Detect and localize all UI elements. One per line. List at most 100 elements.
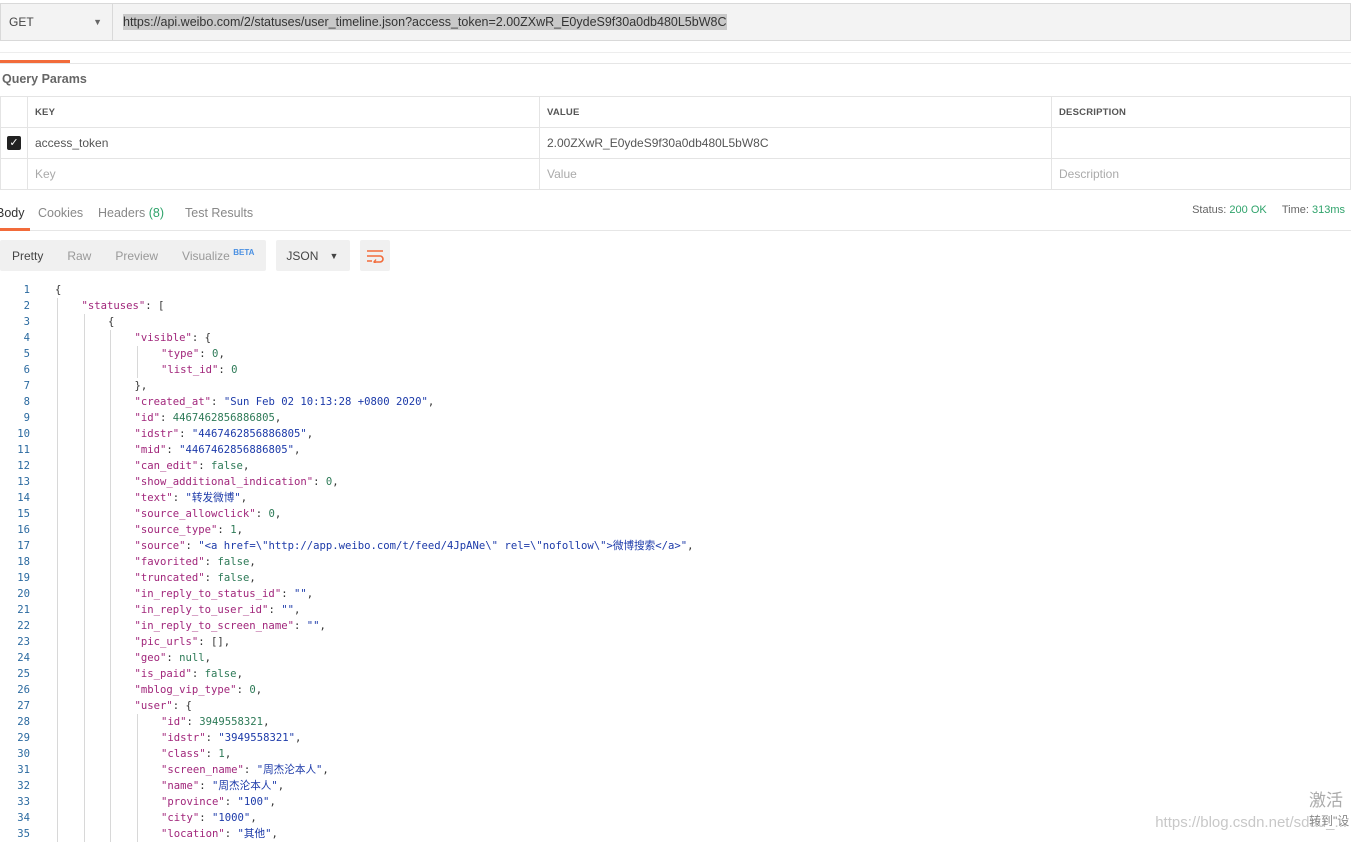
request-tabs-strip bbox=[0, 52, 1351, 64]
checkbox-header bbox=[0, 96, 28, 128]
activate-watermark: 激活 bbox=[1309, 791, 1343, 810]
code-text: "created_at": "Sun Feb 02 10:13:28 +0800… bbox=[134, 396, 435, 408]
code-line: 13 "show_additional_indication": 0, bbox=[0, 474, 1351, 490]
value-header: VALUE bbox=[539, 96, 1052, 128]
code-text: "geo": null, bbox=[134, 652, 212, 664]
time-label: Time: bbox=[1281, 204, 1309, 216]
table-header-row: KEY VALUE DESCRIPTION bbox=[0, 96, 1351, 128]
param-description[interactable] bbox=[1051, 127, 1351, 159]
line-number: 28 bbox=[17, 716, 30, 728]
code-line: 27 "user": { bbox=[0, 698, 1351, 714]
line-number: 17 bbox=[17, 540, 30, 552]
code-text: "city": "1000", bbox=[161, 812, 257, 824]
code-text: "in_reply_to_status_id": "", bbox=[134, 588, 314, 600]
line-number: 5 bbox=[23, 348, 30, 360]
code-line: 3{ bbox=[0, 314, 1351, 330]
code-text: "idstr": "4467462856886805", bbox=[134, 428, 314, 440]
code-text: "text": "转发微博", bbox=[134, 492, 248, 504]
line-number: 11 bbox=[17, 444, 30, 456]
line-number: 14 bbox=[17, 492, 30, 504]
raw-button[interactable]: Raw bbox=[55, 249, 103, 263]
code-text: "in_reply_to_user_id": "", bbox=[134, 604, 301, 616]
code-line: 16 "source_type": 1, bbox=[0, 522, 1351, 538]
param-key[interactable]: access_token bbox=[27, 127, 540, 159]
code-line: 33 "province": "100", bbox=[0, 794, 1351, 810]
code-text: "truncated": false, bbox=[134, 572, 256, 584]
code-line: 14 "text": "转发微博", bbox=[0, 490, 1351, 506]
key-placeholder[interactable]: Key bbox=[27, 158, 540, 190]
query-params-table: KEY VALUE DESCRIPTION ✓ access_token 2.0… bbox=[0, 96, 1351, 190]
active-tab-indicator bbox=[0, 60, 70, 63]
line-number: 24 bbox=[17, 652, 30, 664]
code-text: "in_reply_to_screen_name": "", bbox=[134, 620, 326, 632]
tab-test-results[interactable]: Test Results bbox=[185, 206, 253, 220]
visualize-label: Visualize bbox=[182, 249, 230, 263]
code-text: "can_edit": false, bbox=[134, 460, 250, 472]
code-text: "id": 4467462856886805, bbox=[134, 412, 282, 424]
tab-cookies[interactable]: Cookies bbox=[38, 206, 83, 220]
line-number: 30 bbox=[17, 748, 30, 760]
code-text: "pic_urls": [], bbox=[134, 636, 231, 648]
code-line: 8 "created_at": "Sun Feb 02 10:13:28 +080… bbox=[0, 394, 1351, 410]
code-text: "favorited": false, bbox=[134, 556, 256, 568]
line-number: 33 bbox=[17, 796, 30, 808]
url-input[interactable]: https://api.weibo.com/2/statuses/user_ti… bbox=[112, 3, 1351, 41]
line-number: 9 bbox=[23, 412, 30, 424]
line-number: 21 bbox=[17, 604, 30, 616]
code-line: 11 "mid": "4467462856886805", bbox=[0, 442, 1351, 458]
code-line: 4 "visible": { bbox=[0, 330, 1351, 346]
code-text: { bbox=[55, 284, 62, 296]
code-text: "mid": "4467462856886805", bbox=[134, 444, 301, 456]
param-value[interactable]: 2.00ZXwR_E0ydeS9f30a0db480L5bW8C bbox=[539, 127, 1052, 159]
code-line: 22 "in_reply_to_screen_name": "", bbox=[0, 618, 1351, 634]
line-number: 35 bbox=[17, 828, 30, 840]
line-number: 6 bbox=[23, 364, 30, 376]
code-line: 30 "class": 1, bbox=[0, 746, 1351, 762]
line-number: 20 bbox=[17, 588, 30, 600]
headers-count: (8) bbox=[148, 206, 165, 220]
indent-guide bbox=[110, 330, 111, 842]
code-text: "visible": { bbox=[134, 332, 212, 344]
code-line: 28 "id": 3949558321, bbox=[0, 714, 1351, 730]
code-line: 12 "can_edit": false, bbox=[0, 458, 1351, 474]
code-text: "source_type": 1, bbox=[134, 524, 243, 536]
line-number: 16 bbox=[17, 524, 30, 536]
line-number: 27 bbox=[17, 700, 30, 712]
code-text: "list_id": 0 bbox=[161, 364, 238, 376]
method-label: GET bbox=[9, 15, 34, 29]
active-tab-underline bbox=[0, 228, 30, 231]
check-icon: ✓ bbox=[7, 136, 21, 150]
tab-body[interactable]: Body bbox=[0, 206, 25, 220]
code-line: 18 "favorited": false, bbox=[0, 554, 1351, 570]
format-select[interactable]: JSON ▼ bbox=[276, 240, 351, 271]
code-text: "idstr": "3949558321", bbox=[161, 732, 302, 744]
line-number: 18 bbox=[17, 556, 30, 568]
code-text: "province": "100", bbox=[161, 796, 276, 808]
code-line: 6 "list_id": 0 bbox=[0, 362, 1351, 378]
line-number: 10 bbox=[17, 428, 30, 440]
code-line: 9 "id": 4467462856886805, bbox=[0, 410, 1351, 426]
value-placeholder[interactable]: Value bbox=[539, 158, 1052, 190]
line-number: 31 bbox=[17, 764, 30, 776]
wrap-icon bbox=[367, 249, 385, 263]
response-tabs: Body Cookies Headers (8) Test Results St… bbox=[0, 196, 1351, 231]
url-text: https://api.weibo.com/2/statuses/user_ti… bbox=[123, 14, 727, 30]
wrap-lines-button[interactable] bbox=[360, 240, 391, 271]
pretty-button[interactable]: Pretty bbox=[0, 249, 55, 263]
code-text: "location": "其他", bbox=[161, 828, 278, 840]
indent-guide bbox=[57, 298, 58, 842]
line-number: 15 bbox=[17, 508, 30, 520]
description-placeholder[interactable]: Description bbox=[1051, 158, 1351, 190]
code-text: "show_additional_indication": 0, bbox=[134, 476, 339, 488]
tab-headers[interactable]: Headers (8) bbox=[98, 206, 164, 220]
code-text: "user": { bbox=[134, 700, 192, 712]
method-select[interactable]: GET ▼ bbox=[0, 3, 112, 41]
preview-button[interactable]: Preview bbox=[103, 249, 170, 263]
visualize-button[interactable]: Visualize BETA bbox=[170, 248, 266, 263]
line-number: 32 bbox=[17, 780, 30, 792]
time-value: 313ms bbox=[1311, 204, 1345, 216]
code-line: 5 "type": 0, bbox=[0, 346, 1351, 362]
response-status: Status: 200 OK Time: 313ms bbox=[1192, 204, 1345, 216]
row-checkbox[interactable]: ✓ bbox=[0, 127, 28, 159]
format-label: JSON bbox=[286, 248, 319, 263]
